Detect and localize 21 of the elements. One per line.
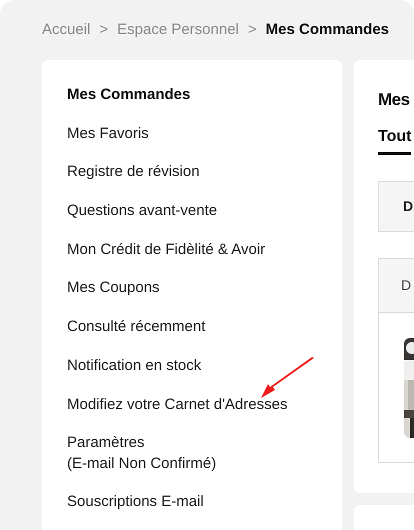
sidebar-item[interactable]: Mes Commandes [67, 85, 342, 124]
sidebar-item[interactable]: Paramètres (E-mail Non Confirmé) [67, 433, 342, 492]
breadcrumb-link[interactable]: Mes Commandes [266, 21, 390, 38]
page-title: Mes [378, 90, 411, 111]
sidebar-item[interactable]: Modifiez votre Carnet d'Adresses [67, 394, 342, 434]
breadcrumb-separator: > [99, 21, 108, 38]
order-header-text: D [401, 277, 412, 293]
sidebar-item-sublabel: (E-mail Non Confirmé) [67, 454, 218, 474]
filter-label: D [403, 198, 414, 214]
sidebar-item[interactable]: Consulté récemment [67, 317, 342, 356]
tab[interactable]: Tout [378, 128, 412, 155]
sidebar-item-label: Paramètres [67, 433, 146, 454]
sidebar-item[interactable]: Registre de révision [67, 162, 342, 202]
breadcrumb-separator: > [248, 21, 257, 38]
sidebar-item[interactable]: Mes Favoris [67, 124, 342, 162]
sidebar-item[interactable]: Mes Coupons [67, 278, 342, 318]
annotation-arrow [259, 357, 315, 399]
sidebar-item[interactable]: Questions avant-vente [67, 201, 342, 240]
sidebar-item[interactable]: Souscriptions E-mail [67, 492, 342, 530]
sidebar-item[interactable]: Notification en stock [67, 356, 342, 394]
sidebar-item[interactable]: Mon Crédit de Fidèlité & Avoir [67, 240, 342, 278]
